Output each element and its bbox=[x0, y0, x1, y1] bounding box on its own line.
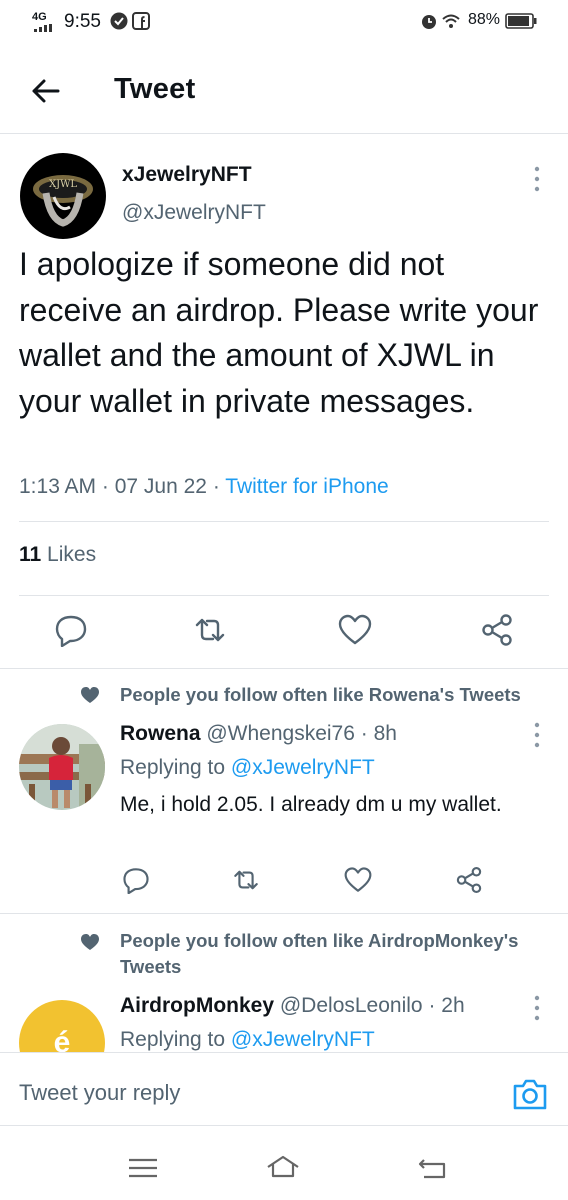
reply-author-name[interactable]: AirdropMonkey bbox=[120, 994, 274, 1017]
reply-age: 2h bbox=[441, 994, 465, 1017]
avatar-logo-text: XJWL bbox=[49, 179, 77, 190]
more-options-icon[interactable] bbox=[534, 166, 540, 192]
more-options-icon[interactable] bbox=[534, 995, 540, 1021]
reply-age: 8h bbox=[373, 722, 397, 745]
divider bbox=[19, 595, 549, 596]
arrow-left-icon[interactable] bbox=[30, 78, 60, 104]
back-icon[interactable] bbox=[416, 1156, 450, 1180]
reply-icon[interactable] bbox=[54, 613, 88, 647]
share-icon[interactable] bbox=[480, 613, 514, 647]
retweet-icon[interactable] bbox=[193, 613, 227, 647]
avatar[interactable]: XJWL bbox=[20, 153, 106, 239]
likes-count[interactable]: 11 Likes bbox=[19, 543, 96, 567]
likes-label: Likes bbox=[47, 543, 97, 566]
tweet-source-link[interactable]: Twitter for iPhone bbox=[225, 475, 388, 498]
replying-to: Replying to @xJewelryNFT bbox=[120, 756, 375, 780]
reply-author-line[interactable]: AirdropMonkey @DelosLeonilo · 2h bbox=[120, 994, 465, 1018]
social-context: People you follow often like Rowena's Tw… bbox=[120, 684, 521, 705]
home-icon[interactable] bbox=[266, 1154, 300, 1178]
replying-prefix: Replying to bbox=[120, 756, 226, 779]
replying-to-handle[interactable]: @xJewelryNFT bbox=[231, 1028, 375, 1051]
replying-prefix: Replying to bbox=[120, 1028, 226, 1051]
heart-filled-icon bbox=[81, 934, 99, 950]
top-app-bar bbox=[0, 46, 568, 134]
author-name[interactable]: xJewelryNFT bbox=[122, 163, 252, 187]
author-handle[interactable]: @xJewelryNFT bbox=[122, 201, 266, 225]
divider bbox=[0, 913, 568, 914]
replying-to: Replying to @xJewelryNFT bbox=[120, 1028, 375, 1052]
retweet-icon[interactable] bbox=[232, 866, 260, 894]
reply-author-handle[interactable]: @Whengskei76 bbox=[206, 722, 355, 745]
profile-photo bbox=[19, 724, 105, 810]
alarm-icon bbox=[422, 15, 436, 29]
divider bbox=[0, 668, 568, 669]
reply-text: Me, i hold 2.05. I already dm u my walle… bbox=[120, 793, 502, 816]
social-context: People you follow often like AirdropMonk… bbox=[120, 930, 519, 977]
tweet-metadata: 1:13 AM · 07 Jun 22 · Twitter for iPhone bbox=[19, 475, 389, 498]
reply-author-name[interactable]: Rowena bbox=[120, 722, 201, 745]
divider bbox=[19, 521, 549, 522]
camera-icon[interactable] bbox=[512, 1077, 548, 1111]
facebook-icon bbox=[132, 12, 150, 30]
replying-to-handle[interactable]: @xJewelryNFT bbox=[231, 756, 375, 779]
like-icon[interactable] bbox=[344, 866, 372, 894]
status-bar: 4G 9:55 88% bbox=[0, 0, 568, 46]
reply-icon[interactable] bbox=[122, 866, 150, 894]
likes-number: 11 bbox=[19, 543, 42, 566]
like-icon[interactable] bbox=[338, 613, 372, 647]
tweet-time: 1:13 AM bbox=[19, 475, 97, 498]
signal-icon bbox=[34, 24, 52, 32]
battery-percent: 88% bbox=[468, 11, 501, 28]
avatar[interactable] bbox=[19, 724, 105, 810]
reply-input[interactable]: Tweet your reply bbox=[19, 1080, 180, 1106]
sync-icon bbox=[110, 12, 128, 30]
wifi-icon bbox=[442, 14, 460, 28]
ring-logo-icon: XJWL bbox=[33, 175, 93, 227]
reply-author-handle[interactable]: @DelosLeonilo bbox=[280, 994, 423, 1017]
clock: 9:55 bbox=[64, 11, 101, 32]
more-options-icon[interactable] bbox=[534, 722, 540, 748]
page-title: Tweet bbox=[114, 73, 196, 105]
heart-filled-icon bbox=[81, 687, 99, 703]
battery-icon bbox=[505, 13, 537, 29]
share-icon[interactable] bbox=[455, 866, 483, 894]
recent-apps-icon[interactable] bbox=[126, 1156, 160, 1180]
tweet-date: 07 Jun 22 bbox=[114, 475, 207, 498]
tweet-text: I apologize if someone did not receive a… bbox=[19, 246, 539, 419]
reply-author-line[interactable]: Rowena @Whengskei76 · 8h bbox=[120, 722, 397, 746]
network-type: 4G bbox=[32, 11, 47, 23]
